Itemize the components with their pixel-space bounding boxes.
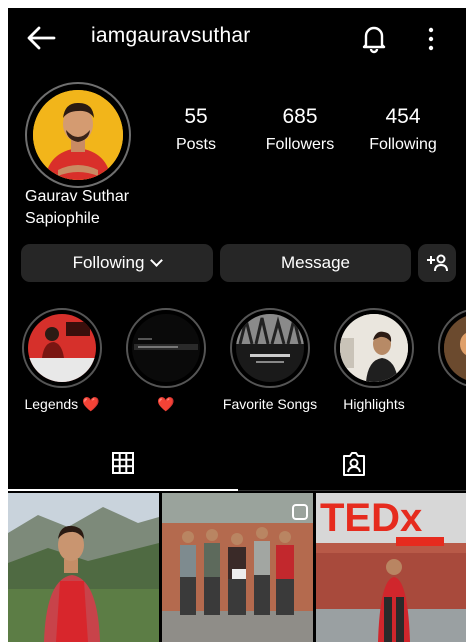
followers-count: 685 xyxy=(282,105,318,128)
tagged-person-icon[interactable] xyxy=(341,451,367,477)
chevron-down-icon xyxy=(150,254,164,267)
message-button-label: Message xyxy=(281,253,350,272)
top-bar: iamgauravsuthar xyxy=(8,8,466,68)
highlight-cover xyxy=(28,314,96,382)
profile-bio: Sapiophile xyxy=(25,210,100,227)
post-thumbnail[interactable] xyxy=(8,493,159,642)
highlight-cover xyxy=(236,314,304,382)
profile-tabs xyxy=(8,444,466,492)
posts-count: 55 xyxy=(184,105,208,128)
post-thumbnail[interactable] xyxy=(162,493,313,642)
bell-icon[interactable] xyxy=(358,22,390,54)
highlight-cover xyxy=(132,314,200,382)
following-label: Following xyxy=(369,136,437,153)
followers-stat[interactable]: 685 Followers xyxy=(245,104,355,157)
post-image: TEDx xyxy=(316,493,466,642)
highlight-cover xyxy=(340,314,408,382)
highlight-cover xyxy=(444,314,466,382)
profile-screen: iamgauravsuthar 55 Posts 685 Followers 4… xyxy=(8,8,466,642)
post-image xyxy=(162,493,313,642)
active-tab-indicator xyxy=(8,489,238,491)
highlight-partial[interactable] xyxy=(438,308,466,388)
highlight-legends[interactable] xyxy=(22,308,102,388)
followers-label: Followers xyxy=(265,136,335,153)
highlight-heart[interactable] xyxy=(126,308,206,388)
suggest-users-button[interactable] xyxy=(418,244,456,282)
svg-text:TEDx: TEDx xyxy=(320,496,422,540)
highlight-label-heart: ❤️ xyxy=(157,396,175,412)
profile-avatar[interactable] xyxy=(25,82,131,188)
following-button[interactable]: Following xyxy=(21,244,213,282)
highlight-favorite-songs[interactable] xyxy=(230,308,310,388)
highlight-label-legends: Legends ❤️ xyxy=(24,396,100,412)
highlight-label-favorite-songs: Favorite Songs xyxy=(222,396,318,412)
posts-stat[interactable]: 55 Posts xyxy=(141,104,251,157)
posts-label: Posts xyxy=(175,136,216,153)
add-person-icon xyxy=(427,254,448,272)
more-options-icon[interactable] xyxy=(421,24,441,54)
profile-name: Gaurav Suthar xyxy=(25,188,130,205)
avatar-photo xyxy=(33,90,123,180)
message-button[interactable]: Message xyxy=(220,244,411,282)
following-count: 454 xyxy=(385,105,421,128)
back-arrow-icon[interactable] xyxy=(24,22,60,54)
tab-divider xyxy=(238,490,466,491)
highlight-highlights[interactable] xyxy=(334,308,414,388)
highlight-label-highlights: Highlights xyxy=(343,396,405,412)
post-image xyxy=(8,493,159,642)
post-thumbnail[interactable]: TEDx xyxy=(316,493,466,642)
following-stat[interactable]: 454 Following xyxy=(348,104,458,157)
grid-icon[interactable] xyxy=(111,451,135,475)
profile-username: iamgauravsuthar xyxy=(91,24,251,47)
following-button-label: Following xyxy=(72,253,145,272)
